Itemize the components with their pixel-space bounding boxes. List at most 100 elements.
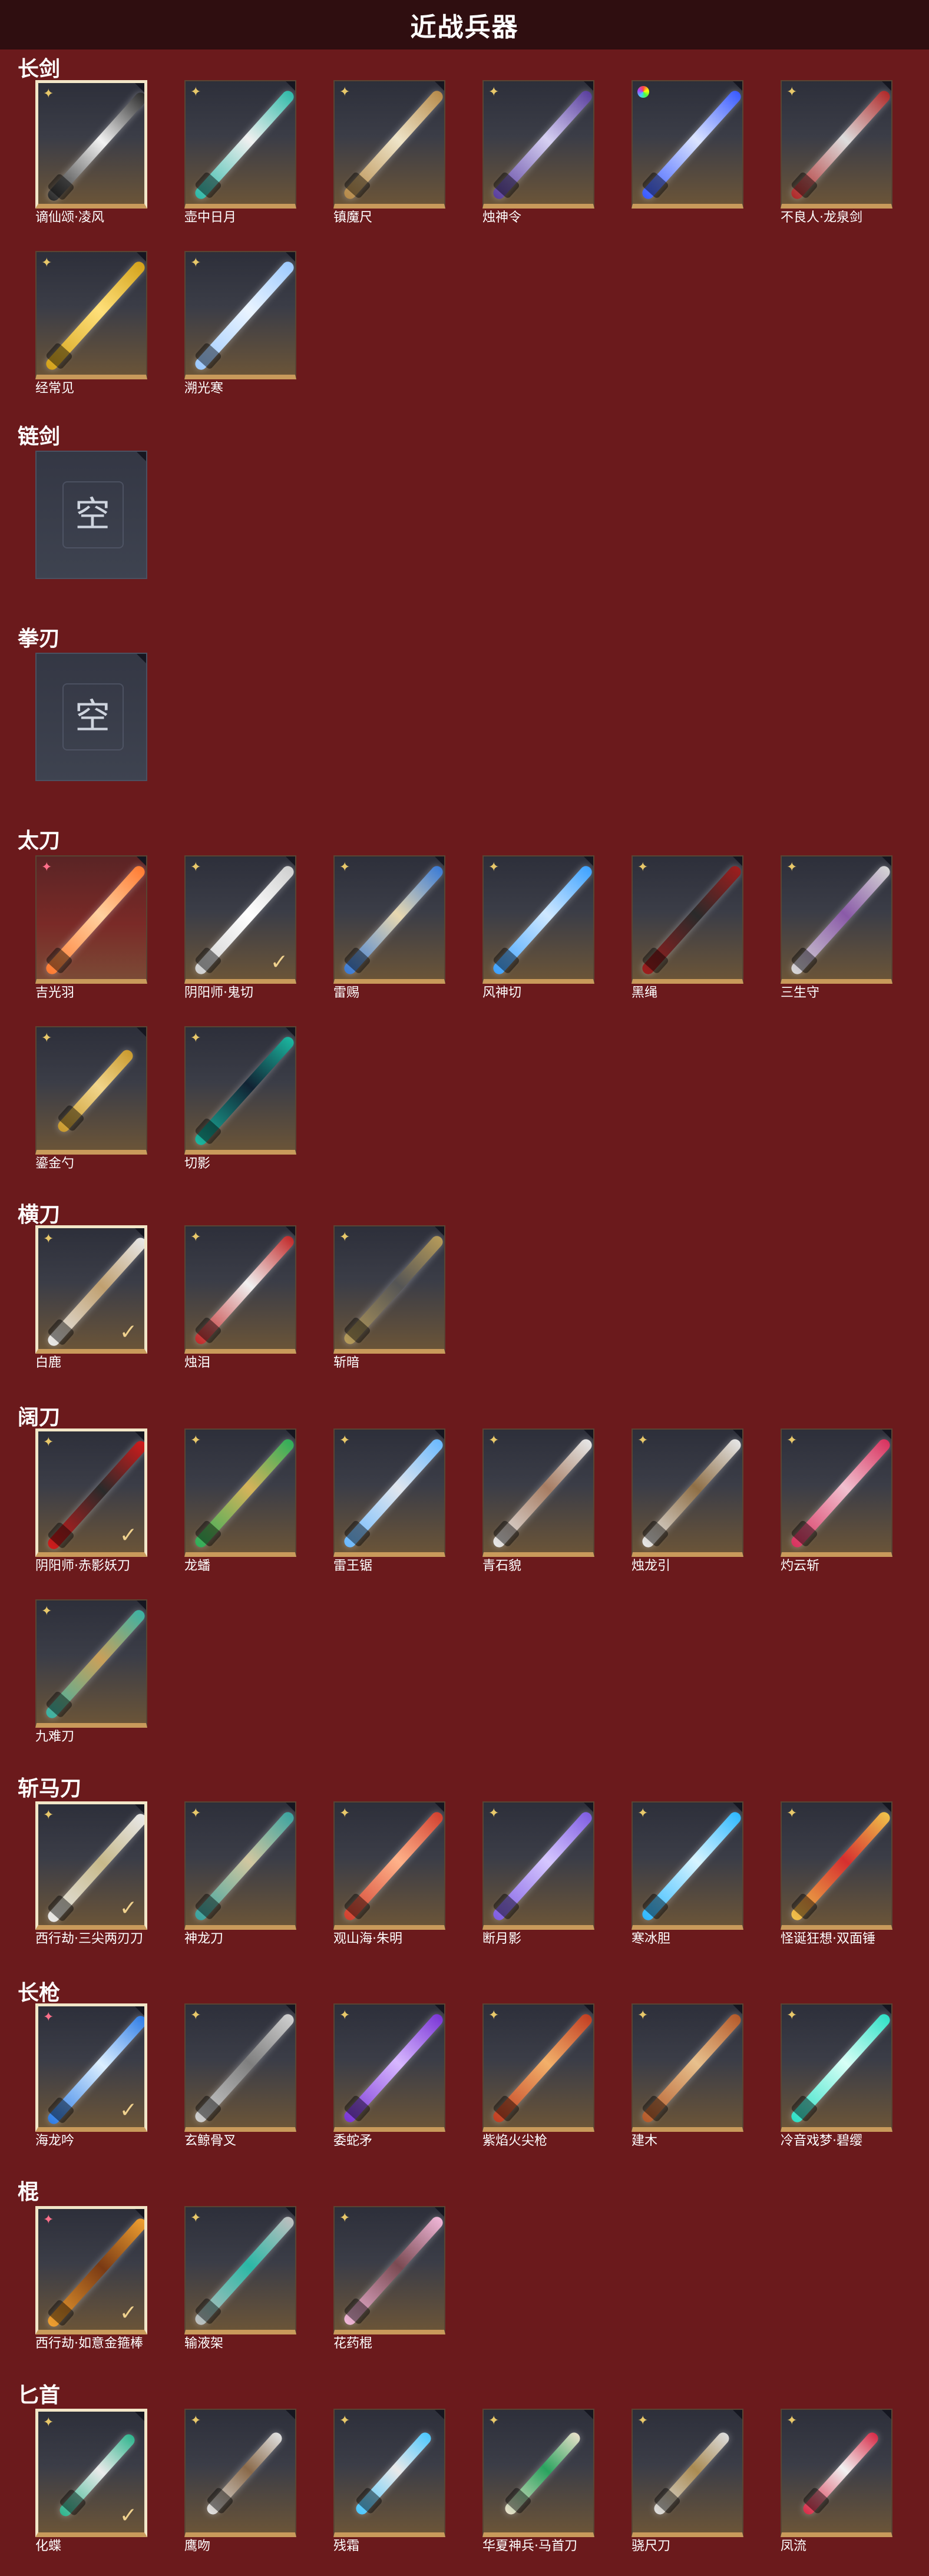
weapon-tile[interactable]: ✦ [482,80,594,209]
weapon-tile[interactable]: ✦ [781,1801,892,1930]
weapon-tile[interactable]: ✦ [781,2409,892,2537]
weapon-slot[interactable]: ✦ 斩暗 [333,1225,445,1370]
weapon-slot[interactable]: ✦ 经常见 [35,251,147,396]
weapon-slot[interactable]: ✦ 黑绳 [632,855,743,1000]
weapon-tile[interactable]: ✦ ✓ [35,1428,147,1557]
weapon-slot[interactable]: ✦ 烛神令 [482,80,594,225]
weapon-slot[interactable]: ✦ 观山海·朱明 [333,1801,445,1946]
weapon-slot[interactable]: ✦ 玄鲸骨叉 [184,2003,296,2148]
weapon-slot[interactable]: ✦ 紫焰火尖枪 [482,2003,594,2148]
weapon-slot[interactable]: ✦ 雷王锯 [333,1428,445,1573]
weapon-tile[interactable]: ✦ [482,2409,594,2537]
weapon-tile[interactable]: ✦ [184,251,296,379]
weapon-slot[interactable]: ✦ 冷音戏梦·碧缨 [781,2003,892,2148]
weapon-tile[interactable]: ✦ [482,855,594,984]
weapon-tile[interactable]: ✦ [333,2003,445,2132]
weapon-slot[interactable]: ✦ 切影 [184,1026,296,1171]
weapon-tile[interactable]: ✦ [781,855,892,984]
weapon-tile[interactable]: ✦ [333,2409,445,2537]
weapon-slot[interactable]: ✦ ✓ 西行劫·三尖两刃刀 [35,1801,147,1946]
weapon-tile[interactable]: ✦ [333,1225,445,1354]
weapon-slot[interactable]: ✦ 灼云斩 [781,1428,892,1573]
weapon-slot[interactable]: ✦ 镇魔尺 [333,80,445,225]
weapon-tile[interactable]: ✦ [333,855,445,984]
weapon-tile[interactable]: ✦ ✓ [184,855,296,984]
weapon-slot[interactable]: ✦ 风神切 [482,855,594,1000]
weapon-slot[interactable]: ✦ 溯光寒 [184,251,296,396]
weapon-tile[interactable]: ✦ [333,2206,445,2334]
weapon-tile[interactable]: ✦ [35,80,147,209]
weapon-tile[interactable]: ✦ [184,1801,296,1930]
weapon-slot[interactable]: ✦ ✓ 白鹿 [35,1225,147,1370]
weapon-slot[interactable]: ✦ 三生守 [781,855,892,1000]
weapon-slot[interactable]: ✦ 不良人·龙泉剑 [781,80,892,225]
weapon-slot[interactable]: ✦ 神龙刀 [184,1801,296,1946]
weapon-tile[interactable]: ✦ [184,1225,296,1354]
weapon-slot[interactable]: ✦ 凤流 [781,2409,892,2554]
weapon-slot[interactable]: ✦ 烛龙引 [632,1428,743,1573]
weapon-tile[interactable]: ✦ [333,1428,445,1557]
weapon-slot[interactable]: ✦ ✓ 西行劫·如意金箍棒 [35,2206,147,2351]
weapon-slot[interactable]: 空 [35,451,147,592]
weapon-slot[interactable]: ✦ 吉光羽 [35,855,147,1000]
weapon-tile[interactable]: ✦ [35,251,147,379]
weapon-tile[interactable]: ✦ [632,855,743,984]
weapon-tile[interactable]: ✦ [184,1026,296,1155]
weapon-tile[interactable] [632,80,743,209]
weapon-tile[interactable]: ✦ [184,2206,296,2334]
weapon-slot[interactable]: ✦ ✓ 海龙吟 [35,2003,147,2148]
weapon-tile[interactable]: ✦ ✓ [35,2206,147,2334]
weapon-tile[interactable]: ✦ [632,2409,743,2537]
weapon-slot[interactable]: ✦ 鎏金勺 [35,1026,147,1171]
weapon-tile[interactable]: ✦ [482,1428,594,1557]
weapon-tile[interactable]: ✦ [333,1801,445,1930]
weapon-tile[interactable]: ✦ [781,2003,892,2132]
weapon-tile[interactable]: ✦ [482,1801,594,1930]
weapon-slot[interactable]: ✦ 骁尺刀 [632,2409,743,2554]
weapon-slot[interactable]: ✦ ✓ 化蝶 [35,2409,147,2554]
weapon-slot[interactable]: ✦ ✓ 阴阳师·赤影妖刀 [35,1428,147,1573]
weapon-slot[interactable]: ✦ 委蛇矛 [333,2003,445,2148]
weapon-slot[interactable]: ✦ 花药棍 [333,2206,445,2351]
weapon-tile[interactable]: ✦ [632,1801,743,1930]
weapon-tile[interactable]: ✦ [632,1428,743,1557]
weapon-slot[interactable]: ✦ 龙蟠 [184,1428,296,1573]
weapon-slot[interactable]: ✦ 寒冰胆 [632,1801,743,1946]
tile-corner [286,2207,295,2217]
weapon-tile[interactable]: ✦ [632,2003,743,2132]
weapon-slot[interactable]: ✦ 鹰吻 [184,2409,296,2554]
weapon-slot[interactable]: ✦ 壶中日月 [184,80,296,225]
weapon-tile[interactable]: ✦ [184,80,296,209]
weapon-slot[interactable]: ✦ 谪仙颂·凌风 [35,80,147,225]
weapon-tile[interactable]: ✦ ✓ [35,1225,147,1354]
weapon-slot[interactable] [632,80,743,221]
weapon-tile[interactable]: ✦ [184,2003,296,2132]
weapon-tile[interactable]: ✦ ✓ [35,1801,147,1930]
weapon-tile[interactable]: ✦ [482,2003,594,2132]
weapon-tile[interactable]: ✦ ✓ [35,2003,147,2132]
check-icon: ✓ [119,2301,137,2325]
weapon-slot[interactable]: ✦ 青石貌 [482,1428,594,1573]
weapon-slot[interactable]: ✦ 断月影 [482,1801,594,1946]
weapon-slot[interactable]: 空 [35,653,147,794]
weapon-tile[interactable]: ✦ [781,1428,892,1557]
weapon-slot[interactable]: ✦ 残霜 [333,2409,445,2554]
weapon-slot[interactable]: ✦ 建木 [632,2003,743,2148]
weapon-slot[interactable]: ✦ 烛泪 [184,1225,296,1370]
weapon-tile[interactable]: ✦ [35,855,147,984]
weapon-tile[interactable]: ✦ [781,80,892,209]
weapon-tile[interactable]: ✦ [184,1428,296,1557]
weapon-tile[interactable]: 空 [35,653,147,781]
weapon-tile[interactable]: ✦ [35,1026,147,1155]
weapon-slot[interactable]: ✦ 雷赐 [333,855,445,1000]
weapon-tile[interactable]: ✦ [333,80,445,209]
weapon-slot[interactable]: ✦ 怪诞狂想·双面锤 [781,1801,892,1946]
weapon-tile[interactable]: 空 [35,451,147,579]
weapon-slot[interactable]: ✦ 华夏神兵·马首刀 [482,2409,594,2554]
weapon-tile[interactable]: ✦ [35,1599,147,1728]
weapon-slot[interactable]: ✦ 九难刀 [35,1599,147,1744]
weapon-tile[interactable]: ✦ [184,2409,296,2537]
weapon-slot[interactable]: ✦ 输液架 [184,2206,296,2351]
weapon-tile[interactable]: ✦ ✓ [35,2409,147,2537]
weapon-slot[interactable]: ✦ ✓ 阴阳师·鬼切 [184,855,296,1000]
